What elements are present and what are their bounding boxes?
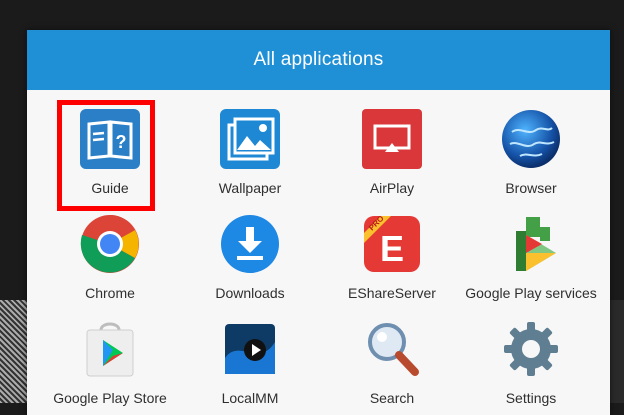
chrome-icon (78, 213, 142, 275)
app-label: Wallpaper (218, 180, 282, 196)
app-label: Search (369, 390, 415, 406)
settings-gear-icon (499, 318, 563, 380)
app-google-play-services[interactable]: Google Play services (458, 195, 604, 301)
eshare-letter-text: E (380, 228, 404, 269)
app-wallpaper[interactable]: Wallpaper (177, 90, 323, 196)
app-settings[interactable]: Settings (458, 300, 604, 406)
app-google-play-store[interactable]: Google Play Store (37, 300, 183, 406)
background-edge (610, 300, 624, 403)
app-label: Google Play services (465, 285, 597, 301)
localmm-icon (218, 318, 282, 380)
app-localmm[interactable]: LocalMM (177, 300, 323, 406)
app-label: LocalMM (221, 390, 279, 406)
app-downloads[interactable]: Downloads (177, 195, 323, 301)
downloads-icon (218, 213, 282, 275)
app-airplay[interactable]: AirPlay (319, 90, 465, 196)
eshare-icon: PRO E (360, 213, 424, 275)
search-icon (360, 318, 424, 380)
app-search[interactable]: Search (319, 300, 465, 406)
browser-globe-icon (499, 108, 563, 170)
app-label: EShareServer (348, 285, 436, 301)
google-play-services-icon (499, 213, 563, 275)
wallpaper-icon (218, 108, 282, 170)
airplay-icon (360, 108, 424, 170)
app-label: Google Play Store (53, 390, 167, 406)
app-label: Browser (505, 180, 557, 196)
dialog-header: All applications (27, 30, 610, 90)
dialog-title: All applications (253, 49, 384, 70)
highlight-box (57, 100, 155, 211)
app-label: Downloads (215, 285, 285, 301)
google-play-store-icon (78, 318, 142, 380)
all-applications-dialog: All applications ? Guide Wallpaper AirPl… (27, 30, 610, 415)
app-label: Settings (505, 390, 557, 406)
app-label: Chrome (85, 285, 135, 301)
app-label: AirPlay (369, 180, 415, 196)
app-browser[interactable]: Browser (458, 90, 604, 196)
background-pattern (0, 300, 28, 403)
app-eshareserver[interactable]: PRO E EShareServer (319, 195, 465, 301)
